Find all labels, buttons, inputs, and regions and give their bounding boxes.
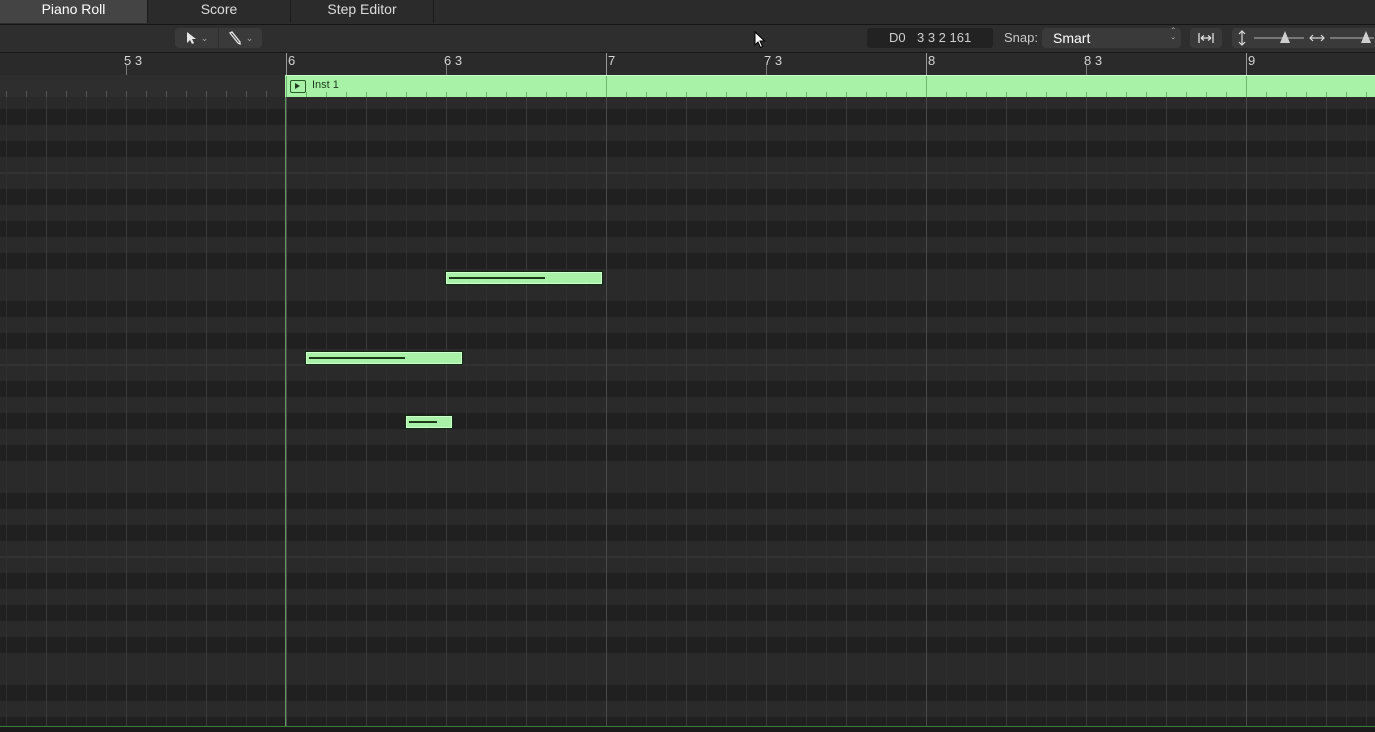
grid-lines (0, 97, 1375, 726)
ruler-ticks (126, 53, 1247, 75)
midi-note[interactable] (305, 351, 463, 365)
ruler-label: 6 3 (444, 53, 463, 68)
position-readout: 3 3 2 161 (917, 30, 972, 45)
horizontal-zoom-slider[interactable] (1330, 31, 1374, 43)
velocity-line (449, 277, 545, 279)
ruler-label: 8 3 (1084, 53, 1103, 68)
chevron-down-icon: ⌄ (245, 32, 254, 43)
position-display: D0 3 3 2 161 (867, 28, 993, 48)
ruler-label: 7 (608, 53, 616, 68)
horizontal-zoom-icon (1309, 34, 1325, 42)
bar-ruler[interactable]: 5 3 6 6 3 7 7 3 8 8 3 9 (0, 53, 1375, 75)
slider-handle[interactable] (1280, 31, 1290, 43)
region-header[interactable]: Inst 1 (285, 75, 1375, 98)
piano-roll-grid[interactable] (0, 97, 1375, 726)
empty-region-lane (0, 75, 285, 98)
mouse-cursor-icon (754, 31, 766, 49)
pitch-readout: D0 (889, 30, 906, 45)
zoom-controls (1232, 28, 1375, 48)
velocity-line (309, 357, 405, 359)
midi-note[interactable] (445, 271, 603, 285)
fit-to-window-button[interactable] (1190, 28, 1222, 48)
region-ticks (286, 76, 1367, 98)
tab-piano-roll[interactable]: Piano Roll (0, 0, 148, 23)
ruler-label: 8 (928, 53, 936, 68)
snap-select[interactable]: Smart ˆˇ (1042, 28, 1181, 48)
velocity-line (409, 421, 437, 423)
ruler-label: 9 (1248, 53, 1256, 68)
tab-step-editor[interactable]: Step Editor (291, 0, 434, 23)
pencil-icon (228, 31, 241, 45)
tab-score[interactable]: Score (148, 0, 291, 23)
snap-label: Snap: (1004, 30, 1038, 45)
updown-chevron-icon: ˆˇ (1171, 27, 1175, 48)
piano-roll-toolbar: ⌄ ⌄ D0 3 3 2 161 Snap: Smart ˆˇ (0, 25, 1375, 53)
ruler-label: 7 3 (764, 53, 783, 68)
snap-value: Smart (1053, 30, 1091, 46)
vertical-zoom-icon (1238, 30, 1246, 46)
region-name: Inst 1 (312, 79, 339, 91)
midi-note[interactable] (405, 415, 453, 429)
fit-to-window-icon (1198, 33, 1214, 43)
ruler-label: 5 3 (124, 53, 143, 68)
vertical-zoom-slider[interactable] (1254, 31, 1304, 43)
chevron-down-icon: ⌄ (200, 32, 209, 43)
bottom-edge (0, 726, 1375, 732)
lane-ticks (6, 91, 267, 97)
left-click-tool-menu[interactable]: ⌄ (175, 28, 218, 48)
ruler-label: 6 (288, 53, 296, 68)
pointer-icon (186, 32, 196, 44)
command-click-tool-menu[interactable]: ⌄ (219, 28, 262, 48)
region-start-edge (285, 97, 286, 726)
editor-tab-bar: Piano Roll Score Step Editor (0, 0, 1375, 25)
slider-handle[interactable] (1361, 31, 1371, 43)
midi-region-icon (290, 80, 306, 93)
